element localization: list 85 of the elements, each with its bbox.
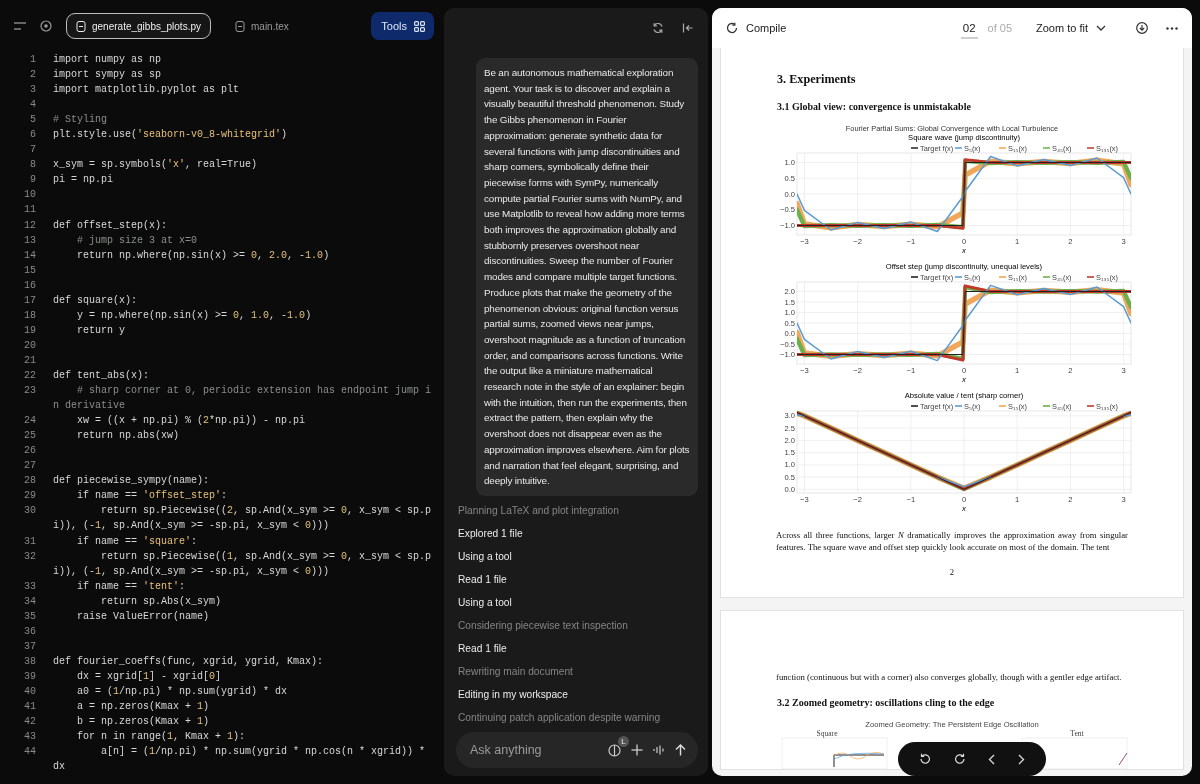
line-number: 24 xyxy=(23,414,36,429)
line-number: 44 xyxy=(23,745,36,760)
code-line: def square(x): xyxy=(53,293,138,308)
user-message: Be an autonomous mathematical exploration agent. Your task is to discover and explain a visually beautiful threshold phenomenon. Study the Gibbs phenomenon in Fourier approximation: generate synthetic data for several functions with jump discontinuities and sharp corners, symbolically define their piecewise forms with SymPy, numerically compute partial Fourier sums with NumPy, and use Matplotlib to reveal how adding more terms both improves the approximation globally and stubbornly preserves overshoot near discontinuities. Sweep the number of Fourier modes and compare multiple target functions. Produce plots that make the geometry of the phenomenon obvious: original function versus partial sums, zoomed views near jumps, overshoot magnitude as a function of truncation order, and comparisons across functions. Write the output like a miniature mathematical research note in the style of an explainer: begin with the intuition, then run the experiments, then extract the pattern, then explain why the overshoot does not disappear even as the approximation improves elsewhere. Aim for plots and narration that feel elegant, surprising, and deeply intuitive. xyxy=(476,58,698,496)
code-line: if name == 'offset_step': xyxy=(76,489,229,504)
code-line: import sympy as sp xyxy=(53,68,163,83)
line-number: 28 xyxy=(23,474,36,489)
code-line: b = np.zeros(Kmax + 1) xyxy=(76,715,211,730)
line-number: 19 xyxy=(23,323,36,338)
line-number: 13 xyxy=(23,233,36,248)
code-line: def fourier_coeffs(func, xgrid, ygrid, Kmax): xyxy=(53,654,325,669)
page-total: of 05 xyxy=(987,22,1013,34)
line-number: 35 xyxy=(23,609,36,624)
line-number: 10 xyxy=(23,188,36,203)
body-paragraph: Across all three functions, larger N dramatically improves the approximation away from singular features. The square wave and offset step quickly look accurate on most of the domain. The tent xyxy=(776,529,1128,553)
code-line: if name == 'tent': xyxy=(76,579,187,594)
line-number: 26 xyxy=(23,444,36,459)
line-number: 12 xyxy=(23,218,36,233)
line-number: 33 xyxy=(23,579,36,594)
code-line: # sharp corner at 0, periodic extension has endpoint jump in derivative xyxy=(53,384,432,414)
code-line: # jump size 3 at x=0 xyxy=(76,233,199,248)
line-number: 25 xyxy=(23,429,36,444)
section-heading: 3. Experiments xyxy=(777,72,857,87)
line-number: 18 xyxy=(23,308,36,323)
line-number: 39 xyxy=(23,669,36,684)
line-number: 41 xyxy=(23,700,36,714)
code-line: dx = xgrid[1] - xgrid[0] xyxy=(76,669,223,684)
line-number: 37 xyxy=(23,639,36,654)
code-line: plt.style.use('seaborn-v0_8-whitegrid') xyxy=(53,128,289,143)
code-line: # Styling xyxy=(53,113,108,128)
line-number: 16 xyxy=(23,278,36,293)
body-paragraph: function (continuous but with a corner) also converges globally, though with a gentler edge artifact. xyxy=(776,671,1123,683)
line-number: 42 xyxy=(23,715,36,730)
subsection-heading: 3.1 Global view: convergence is unmistakable xyxy=(777,101,972,112)
subsection-heading: 3.2 Zoomed geometry: oscillations cling to the edge xyxy=(777,697,996,708)
code-line: def piecewise_sympy(name): xyxy=(53,474,211,489)
line-number: 23 xyxy=(23,384,36,399)
line-number: 17 xyxy=(23,293,36,308)
line-number: 6 xyxy=(29,128,36,143)
code-line: return sp.Piecewise((1, sp.And(x_sym >= 0, x_sym < sp.pi)), (-1, sp.And(x_sym >= -sp.pi, x_sym < 0))) xyxy=(53,549,432,579)
code-line: return y xyxy=(76,323,127,338)
code-line: a[n] = (1/np.pi) * np.sum(ygrid * np.cos(n * xgrid)) * dx xyxy=(53,745,427,775)
code-line: for n in range(1, Kmax + 1): xyxy=(76,730,247,745)
code-line: return sp.Piecewise((2, sp.And(x_sym >= 0, x_sym < sp.pi)), (-1, sp.And(x_sym >= -sp.pi, x_sym < 0))) xyxy=(53,504,432,534)
line-number: 40 xyxy=(23,684,36,699)
code-line: import matplotlib.pyplot as plt xyxy=(53,83,241,98)
line-number: 21 xyxy=(23,353,36,368)
code-line: xw = ((x + np.pi) % (2*np.pi)) - np.pi xyxy=(76,414,307,429)
line-number: 7 xyxy=(29,143,36,158)
code-line: a0 = (1/np.pi) * np.sum(ygrid) * dx xyxy=(76,684,289,699)
badge: L xyxy=(618,735,629,747)
line-number: 15 xyxy=(23,263,36,278)
line-number: 43 xyxy=(23,730,36,745)
code-line: def tent_abs(x): xyxy=(53,369,150,383)
line-number: 32 xyxy=(23,549,36,564)
line-number: 34 xyxy=(23,594,36,609)
code-line: x_sym = sp.symbols('x', real=True) xyxy=(53,158,259,173)
code-line: a = np.zeros(Kmax + 1) xyxy=(76,700,211,714)
line-number: 5 xyxy=(29,113,36,128)
line-number: 4 xyxy=(29,98,36,113)
line-number: 30 xyxy=(23,504,36,519)
page-number: 2 xyxy=(949,567,955,577)
line-number: 11 xyxy=(23,203,36,218)
code-line: import numpy as np xyxy=(53,53,163,67)
line-number: 2 xyxy=(29,68,36,83)
code-line: return sp.Abs(x_sym) xyxy=(100,594,223,609)
line-number: 27 xyxy=(23,459,36,474)
code-line: raise ValueError(name) xyxy=(76,609,211,624)
line-number: 8 xyxy=(29,158,36,173)
line-number: 9 xyxy=(29,173,36,188)
line-number: 1 xyxy=(29,53,36,67)
code-line: if name == 'square': xyxy=(76,534,199,549)
code-line: y = np.where(np.sin(x) >= 0, 1.0, -1.0) xyxy=(76,308,313,323)
line-number: 38 xyxy=(23,654,36,669)
line-number: 3 xyxy=(29,83,36,98)
line-number: 20 xyxy=(23,338,36,353)
line-number: 14 xyxy=(23,248,36,263)
code-line: pi = np.pi xyxy=(53,173,114,188)
code-line: return np.abs(xw) xyxy=(76,429,181,444)
line-number: 22 xyxy=(23,369,36,383)
code-line: def offset_step(x): xyxy=(53,218,169,233)
line-number: 29 xyxy=(23,489,36,504)
code-line: return np.where(np.sin(x) >= 0, 2.0, -1.0) xyxy=(76,248,331,263)
line-number: 36 xyxy=(23,624,36,639)
line-number: 31 xyxy=(23,534,36,549)
